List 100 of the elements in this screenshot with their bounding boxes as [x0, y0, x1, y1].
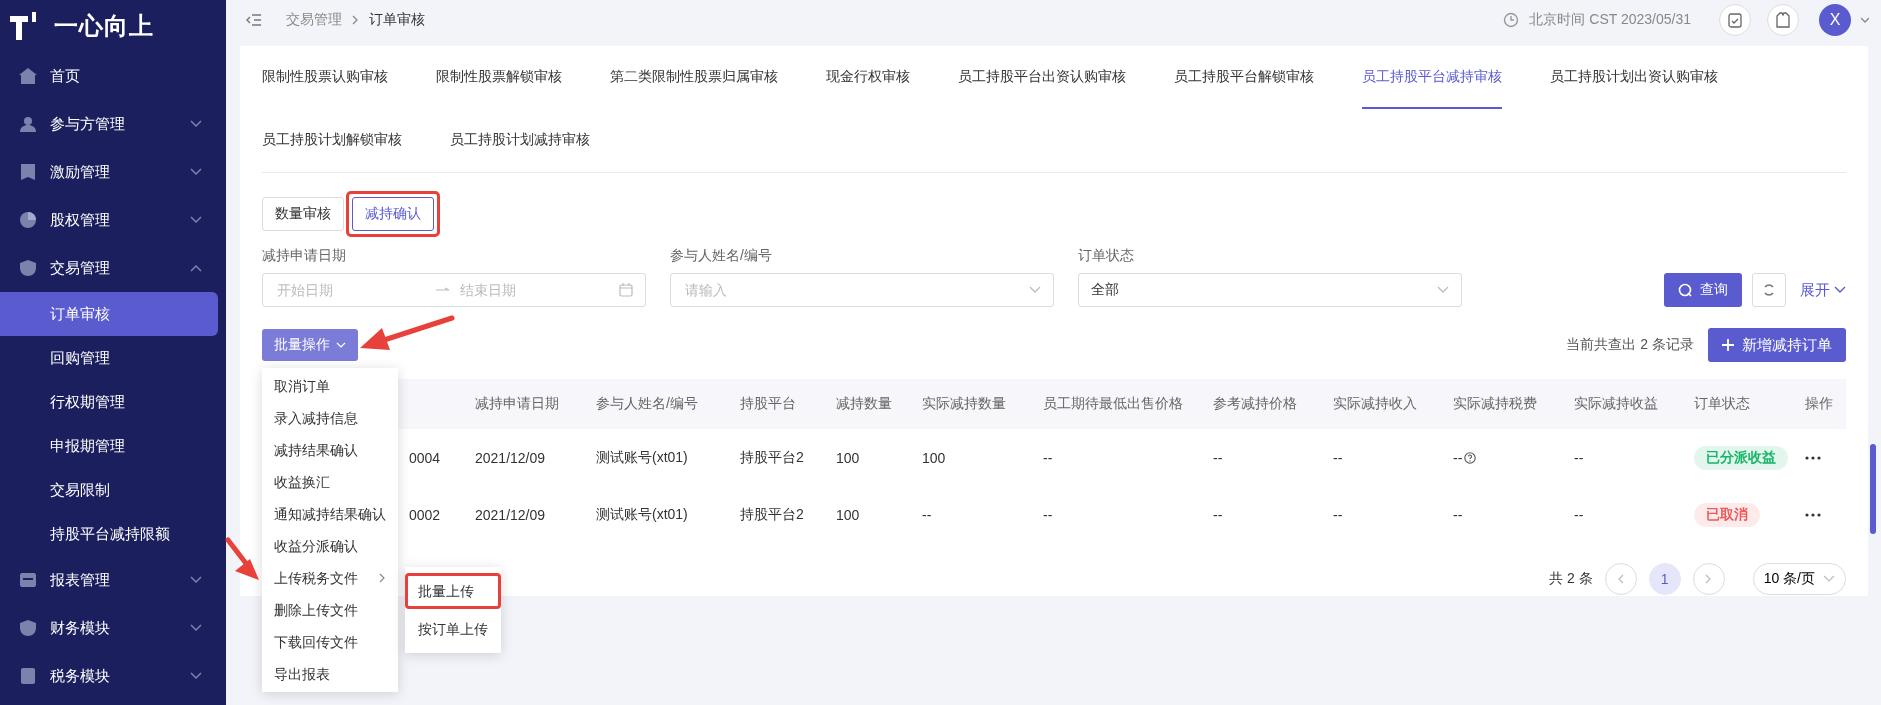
menu-item[interactable]: 下载回传文件 — [262, 626, 398, 658]
column-header: 持股平台 — [740, 395, 797, 413]
table-cell: 0004 — [409, 449, 441, 466]
menu-item[interactable]: 上传税务文件 — [262, 562, 398, 594]
clock-text: 北京时间 CST 2023/05/31 — [1529, 11, 1691, 29]
tab[interactable]: 员工持股计划减持审核 — [450, 109, 590, 172]
tab[interactable]: 员工持股计划解锁审核 — [262, 109, 402, 172]
menu-item[interactable]: 取消订单 — [262, 370, 398, 402]
tab[interactable]: 员工持股平台出资认购审核 — [958, 46, 1126, 109]
collapse-menu-icon[interactable] — [246, 13, 262, 27]
chevron-icon — [1834, 286, 1846, 294]
menu-item[interactable]: 收益分派确认 — [262, 530, 398, 562]
column-header: 实际减持收入 — [1333, 395, 1418, 413]
more-icon[interactable] — [1805, 512, 1821, 517]
nav-subitem[interactable]: 行权期管理 — [0, 380, 218, 424]
table-cell: -- — [1213, 449, 1223, 466]
column-header: 员工期待最低出售价格 — [1043, 395, 1184, 413]
nav-subitem[interactable]: 订单审核 — [0, 292, 218, 336]
nav-subitem[interactable]: 交易限制 — [0, 468, 218, 512]
tab[interactable]: 第二类限制性股票归属审核 — [610, 46, 778, 109]
nav-subitem[interactable]: 持股平台减持限额 — [0, 512, 218, 556]
tab[interactable]: 现金行权审核 — [826, 46, 910, 109]
tab[interactable]: 限制性股票解锁审核 — [436, 46, 562, 109]
search-button[interactable]: 查询 — [1664, 273, 1742, 307]
page-button[interactable]: 1 — [1648, 563, 1681, 595]
nav-label: 税务模块 — [50, 666, 111, 686]
date-range-field[interactable]: 开始日期 结束日期 — [262, 273, 646, 307]
segment-button[interactable]: 减持确认 — [352, 197, 434, 231]
table-cell: 持股平台2 — [740, 448, 804, 467]
reset-button[interactable] — [1752, 273, 1786, 307]
shirt-icon — [1776, 12, 1790, 28]
chevron-icon — [336, 342, 346, 348]
expand-link[interactable]: 展开 — [1800, 273, 1846, 307]
tab[interactable]: 员工持股计划出资认购审核 — [1550, 46, 1718, 109]
scrollbar-thumb[interactable] — [1870, 444, 1876, 534]
page-size-select[interactable]: 10 条/页 — [1752, 563, 1846, 595]
field-label: 订单状态 — [1078, 247, 1135, 265]
clipboard-button[interactable] — [1719, 4, 1751, 36]
menu-item[interactable]: 按订单上传 — [405, 611, 501, 647]
chevron-left-icon — [1617, 574, 1625, 584]
end-date-input[interactable]: 结束日期 — [458, 281, 611, 299]
menu-item[interactable]: 导出报表 — [262, 658, 398, 690]
nav-item[interactable]: 税务模块 — [0, 652, 226, 700]
column-header: 实际减持数量 — [922, 395, 1007, 413]
nav-label: 交易管理 — [50, 258, 111, 278]
nav-label: 首页 — [50, 66, 81, 86]
table-cell: -- — [922, 506, 932, 523]
add-order-button[interactable]: 新增减持订单 — [1708, 328, 1846, 362]
shirt-button[interactable] — [1767, 4, 1799, 36]
column-header: 操作 — [1805, 395, 1834, 413]
nav-item[interactable]: 激励管理 — [0, 148, 226, 196]
tab[interactable]: 员工持股平台减持审核 — [1362, 46, 1502, 109]
text-input[interactable]: 请输入 — [683, 281, 1021, 299]
field-label: 参与人姓名/编号 — [670, 247, 773, 265]
start-date-input[interactable]: 开始日期 — [275, 281, 428, 299]
arrow-right-icon — [436, 287, 450, 293]
chevron-icon — [1437, 286, 1449, 294]
table-cell: 测试账号(xt01) — [596, 505, 688, 524]
nav-subitem[interactable]: 申报期管理 — [0, 424, 218, 468]
table-cell: -- — [1043, 506, 1053, 523]
nav-label: 财务模块 — [50, 618, 111, 638]
table-cell: -- — [1453, 506, 1463, 523]
table-cell: 100 — [836, 506, 860, 523]
nav-item[interactable]: 财务模块 — [0, 604, 226, 652]
nav-item[interactable]: 交易管理 — [0, 244, 226, 292]
column-header: 订单状态 — [1694, 395, 1751, 413]
menu-item[interactable]: 减持结果确认 — [262, 434, 398, 466]
menu-item[interactable]: 收益换汇 — [262, 466, 398, 498]
select-field[interactable]: 全部 — [1078, 273, 1462, 307]
nav-item[interactable]: 股权管理 — [0, 196, 226, 244]
field-label: 减持申请日期 — [262, 247, 347, 265]
status-tag: 已分派收益 — [1694, 445, 1788, 470]
menu-item[interactable]: 通知减持结果确认 — [262, 498, 398, 530]
menu-item[interactable]: 批量上传 — [405, 573, 501, 609]
nav-item[interactable]: 报表管理 — [0, 556, 226, 604]
help-icon[interactable] — [1464, 451, 1477, 464]
nav-label: 激励管理 — [50, 162, 111, 182]
nav-item[interactable]: 首页 — [0, 52, 226, 100]
batch-actions-button[interactable]: 批量操作 — [262, 329, 358, 361]
menu-item[interactable]: 录入减持信息 — [262, 402, 398, 434]
nav-label: 参与方管理 — [50, 114, 126, 134]
nav-subitem[interactable]: 回购管理 — [0, 336, 218, 380]
shield-icon — [18, 259, 38, 277]
tab[interactable]: 限制性股票认购审核 — [262, 46, 388, 109]
chevron-icon[interactable] — [1861, 16, 1869, 24]
more-icon[interactable] — [1805, 455, 1821, 460]
table-cell: 100 — [922, 449, 946, 466]
clipboard-icon — [1728, 12, 1742, 28]
avatar[interactable]: X — [1819, 4, 1851, 36]
chevron-icon — [1029, 286, 1041, 294]
home-icon — [18, 67, 38, 85]
segment-button[interactable]: 数量审核 — [262, 197, 344, 231]
tab[interactable]: 员工持股平台解锁审核 — [1174, 46, 1314, 109]
table-cell: 持股平台2 — [740, 505, 804, 524]
calendar-icon — [619, 283, 633, 297]
menu-item[interactable]: 删除上传文件 — [262, 594, 398, 626]
record-count: 当前共查出 2 条记录 — [1566, 336, 1694, 354]
plus-icon — [1722, 339, 1734, 351]
nav-item[interactable]: 参与方管理 — [0, 100, 226, 148]
select-field[interactable]: 请输入 — [670, 273, 1054, 307]
